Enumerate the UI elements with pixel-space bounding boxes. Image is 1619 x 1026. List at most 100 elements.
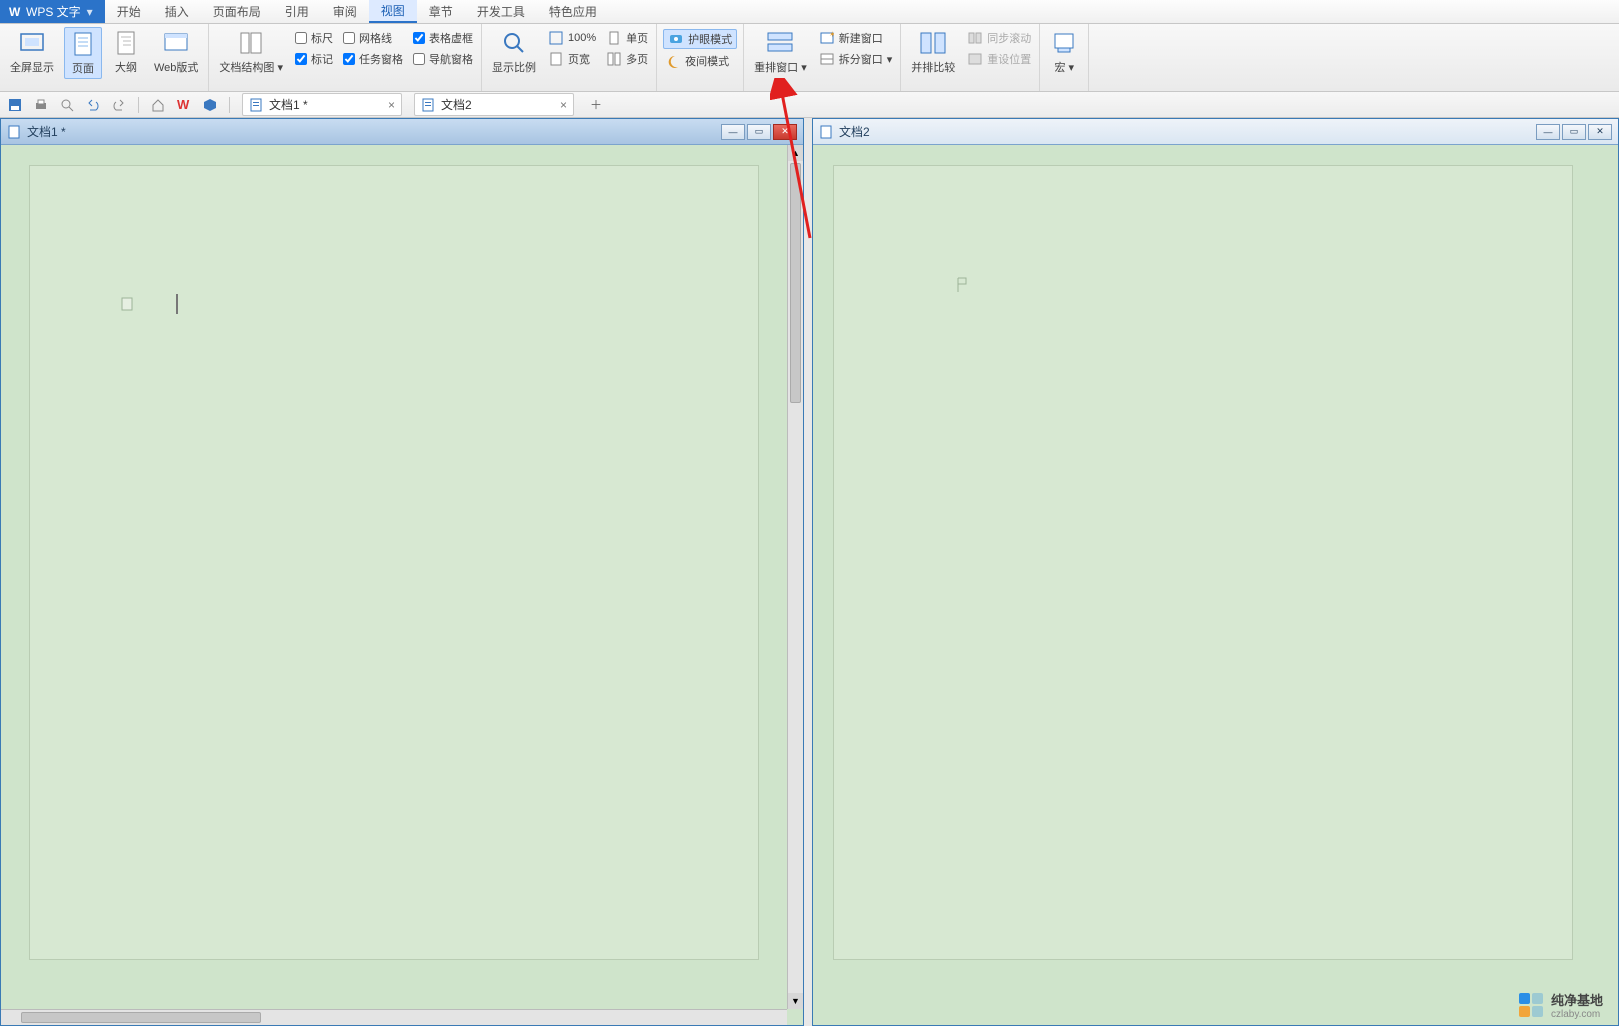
pane-1-body[interactable]: ▲ ▼: [1, 145, 803, 1025]
page-sheet-1[interactable]: [29, 165, 759, 960]
qat-separator-2: [229, 97, 230, 113]
menu-tab-insert[interactable]: 插入: [153, 0, 201, 23]
close-tab-2-icon[interactable]: ×: [560, 98, 567, 112]
ribbon-group-show: 文档结构图 ▾ 标尺 标记 网格线 任务窗格 表格虚框 导航窗格: [209, 24, 482, 91]
pane-2-title: 文档2: [839, 123, 870, 140]
app-menu-dropdown-icon: ▾: [87, 5, 93, 19]
menu-tab-developer[interactable]: 开发工具: [465, 0, 537, 23]
print-icon[interactable]: [32, 96, 50, 114]
pane-1-horizontal-scrollbar[interactable]: [1, 1009, 787, 1025]
rearrange-window-button[interactable]: 重排窗口 ▾: [750, 27, 811, 77]
scroll-thumb[interactable]: [21, 1012, 261, 1023]
zoom-100-button[interactable]: 100%: [546, 29, 598, 47]
paragraph-mark-icon: [954, 276, 974, 296]
checkbox-ruler[interactable]: 标尺: [293, 29, 335, 47]
new-window-icon: ✶: [819, 30, 835, 46]
scroll-thumb[interactable]: [790, 163, 801, 403]
document-icon: [819, 125, 833, 139]
split-window-button[interactable]: 拆分窗口 ▾: [817, 50, 895, 68]
wps-logo-icon[interactable]: W: [175, 96, 193, 114]
close-tab-1-icon[interactable]: ×: [388, 98, 395, 112]
pane-1-close-button[interactable]: ✕: [773, 124, 797, 140]
scroll-up-icon[interactable]: ▲: [788, 145, 803, 161]
watermark-logo-icon: [1517, 991, 1545, 1019]
pane-2-titlebar[interactable]: 文档2 — ▭ ✕: [813, 119, 1618, 145]
multi-page-button[interactable]: 多页: [604, 50, 650, 68]
pane-2-body[interactable]: [813, 145, 1618, 1025]
checkbox-gridlines[interactable]: 网格线: [341, 29, 405, 47]
document-tab-1-label: 文档1 *: [269, 96, 382, 113]
view-fullscreen-button[interactable]: 全屏显示: [6, 27, 58, 77]
print-preview-icon[interactable]: [58, 96, 76, 114]
pane-2-close-button[interactable]: ✕: [1588, 124, 1612, 140]
page-width-button[interactable]: 页宽: [546, 50, 598, 68]
watermark: 纯净基地 czlaby.com: [1517, 990, 1603, 1020]
document-pane-2: 文档2 — ▭ ✕: [812, 118, 1619, 1026]
web-view-icon: [162, 29, 190, 57]
text-cursor-icon: [168, 294, 188, 314]
menu-tab-special[interactable]: 特色应用: [537, 0, 609, 23]
undo-icon[interactable]: [84, 96, 102, 114]
magnifier-icon: [500, 29, 528, 57]
redo-icon[interactable]: [110, 96, 128, 114]
page-view-icon: [69, 30, 97, 58]
fullscreen-icon: [18, 29, 46, 57]
svg-text:W: W: [177, 97, 190, 112]
night-mode-button[interactable]: 夜间模式: [663, 52, 737, 70]
title-bar: W WPS 文字 ▾ 开始 插入 页面布局 引用 审阅 视图 章节 开发工具 特…: [0, 0, 1619, 24]
outline-view-icon: [112, 29, 140, 57]
paragraph-mark-icon: [120, 296, 140, 316]
pane-1-minimize-button[interactable]: —: [721, 124, 745, 140]
app-logo-icon: W: [8, 5, 22, 19]
menu-tab-start[interactable]: 开始: [105, 0, 153, 23]
zoom-button[interactable]: 显示比例: [488, 27, 540, 77]
pane-1-titlebar[interactable]: 文档1 * — ▭ ✕: [1, 119, 803, 145]
macro-button[interactable]: 宏 ▾: [1046, 27, 1082, 77]
checkbox-task-pane[interactable]: 任务窗格: [341, 50, 405, 68]
menu-tab-references[interactable]: 引用: [273, 0, 321, 23]
menu-tab-review[interactable]: 审阅: [321, 0, 369, 23]
menu-tab-page-layout[interactable]: 页面布局: [201, 0, 273, 23]
compare-button[interactable]: 并排比较: [907, 27, 959, 77]
ribbon-group-zoom: 显示比例 100% 页宽 单页 多页: [482, 24, 657, 91]
zoom-100-icon: [548, 30, 564, 46]
view-outline-button[interactable]: 大纲: [108, 27, 144, 77]
split-window-icon: [819, 51, 835, 67]
pane-1-maximize-button[interactable]: ▭: [747, 124, 771, 140]
single-page-icon: [606, 30, 622, 46]
reset-position-button[interactable]: 重设位置: [965, 50, 1033, 68]
checkbox-table-borders[interactable]: 表格虚框: [411, 29, 475, 47]
ribbon-checkboxes-col3: 表格虚框 导航窗格: [411, 27, 475, 70]
svg-text:W: W: [9, 5, 21, 19]
ribbon-checkboxes-col2: 网格线 任务窗格: [341, 27, 405, 70]
pane-2-maximize-button[interactable]: ▭: [1562, 124, 1586, 140]
checkbox-navigation-pane[interactable]: 导航窗格: [411, 50, 475, 68]
eye-protect-icon: [668, 31, 684, 47]
view-page-button[interactable]: 页面: [64, 27, 102, 79]
doc-structure-button[interactable]: 文档结构图 ▾: [215, 27, 287, 77]
save-icon[interactable]: [6, 96, 24, 114]
new-window-button[interactable]: ✶新建窗口: [817, 29, 895, 47]
add-tab-button[interactable]: ＋: [584, 94, 608, 115]
multi-page-icon: [606, 51, 622, 67]
checkbox-markers[interactable]: 标记: [293, 50, 335, 68]
cloud-cube-icon[interactable]: [201, 96, 219, 114]
scroll-down-icon[interactable]: ▼: [788, 993, 803, 1009]
single-page-button[interactable]: 单页: [604, 29, 650, 47]
ribbon-group-macro: 宏 ▾: [1040, 24, 1089, 91]
page-sheet-2[interactable]: [833, 165, 1573, 960]
pane-2-minimize-button[interactable]: —: [1536, 124, 1560, 140]
sync-scroll-button[interactable]: 同步滚动: [965, 29, 1033, 47]
document-tab-2[interactable]: 文档2 ×: [414, 93, 574, 116]
macro-icon: [1050, 29, 1078, 57]
workspace: 文档1 * — ▭ ✕ ▲ ▼ 文: [0, 118, 1619, 1026]
document-tab-1[interactable]: 文档1 * ×: [242, 93, 402, 116]
ribbon-group-modes: 护眼模式 夜间模式: [657, 24, 744, 91]
app-badge[interactable]: W WPS 文字 ▾: [0, 0, 105, 23]
pane-1-vertical-scrollbar[interactable]: ▲ ▼: [787, 145, 803, 1009]
view-web-button[interactable]: Web版式: [150, 27, 202, 77]
protect-eye-mode-button[interactable]: 护眼模式: [663, 29, 737, 49]
menu-tab-view[interactable]: 视图: [369, 0, 417, 23]
home-icon[interactable]: [149, 96, 167, 114]
menu-tab-sections[interactable]: 章节: [417, 0, 465, 23]
